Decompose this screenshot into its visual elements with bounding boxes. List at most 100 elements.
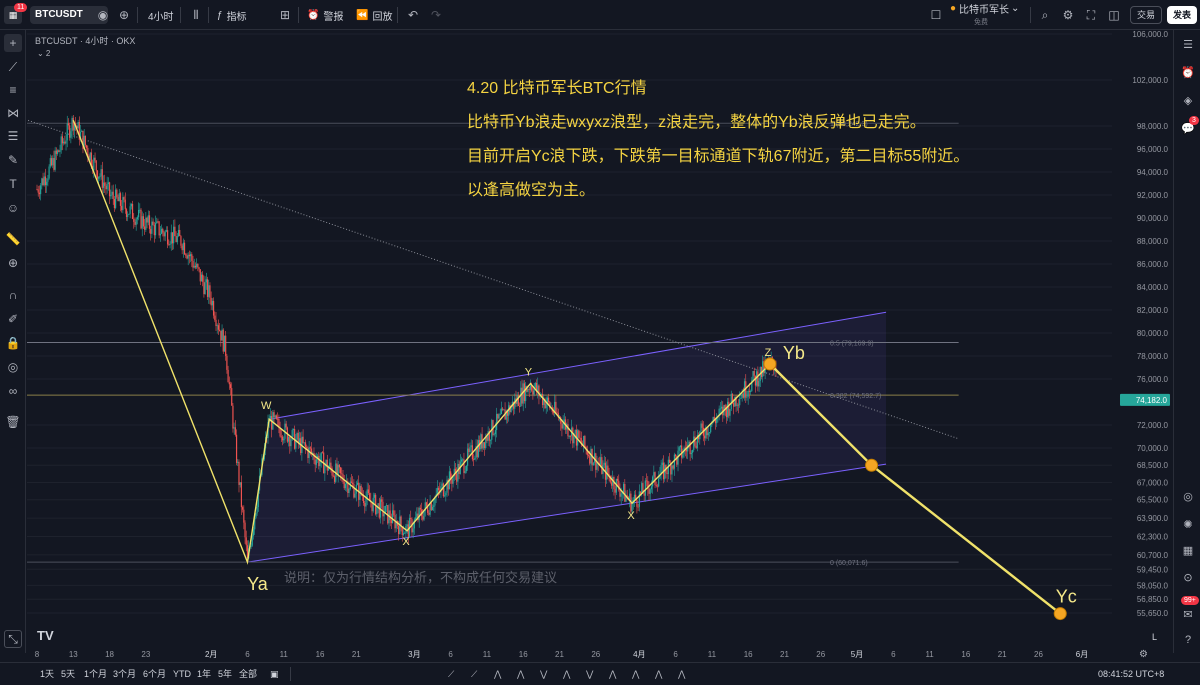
candle-body [757, 371, 759, 387]
candle-body [206, 279, 209, 297]
chart-pane[interactable]: 1 (98,242.3) 0.5 (79,169.9) 0.382 (74,592.… [0, 30, 1140, 662]
range-button[interactable]: 1年 [197, 663, 211, 685]
trade-button[interactable]: 交易 [1130, 6, 1162, 24]
alert-button[interactable]: ⏰ 警报 [307, 0, 343, 30]
range-button[interactable]: 6个月 [143, 663, 166, 685]
camera-icon[interactable]: ◫ [1106, 7, 1122, 23]
target-icon[interactable]: ◎ [1180, 488, 1196, 504]
candle-body [84, 135, 86, 146]
price-axis[interactable]: 106,000.0 102,000.0 98,000.0 96,000.0 94,000… [1112, 30, 1172, 662]
candle-body [416, 513, 418, 518]
candle-body [52, 158, 54, 166]
timeframe-button[interactable]: 4小时 [148, 0, 174, 30]
help-icon[interactable]: ? [1180, 632, 1196, 648]
quick-draw-tool-icon[interactable]: ⟋ [448, 663, 454, 685]
candle-body [58, 150, 60, 152]
pattern-icon[interactable]: ⋈ [4, 104, 22, 122]
candle-body [60, 136, 62, 151]
candle-body [197, 263, 199, 268]
redo-icon[interactable]: ↷ [428, 7, 444, 23]
candle-body [167, 230, 169, 245]
quick-draw-tool-icon[interactable]: ⋀ [609, 663, 616, 685]
candle-type-icon[interactable]: ⫴ [188, 7, 204, 23]
x-tick-label: 26 [816, 650, 825, 659]
axis-settings-icon[interactable]: ⚙ [1139, 649, 1148, 660]
brush-icon[interactable]: ✎ [4, 151, 22, 169]
layers-icon[interactable]: ◈ [1180, 92, 1196, 108]
ruler-icon[interactable]: 📏 [4, 230, 22, 248]
search-zoom-icon[interactable]: ⌕ [1037, 7, 1053, 23]
range-button[interactable]: 1个月 [84, 663, 107, 685]
clock[interactable]: 08:41:52 UTC+8 [1098, 663, 1164, 685]
candle-body [176, 235, 178, 243]
undo-icon[interactable]: ↶ [405, 7, 421, 23]
trash-icon[interactable]: 🗑 [4, 413, 22, 431]
crosshair-icon[interactable]: + [4, 34, 22, 52]
emoji-icon[interactable]: ☺ [4, 199, 22, 217]
range-button[interactable]: 5年 [218, 663, 232, 685]
calendar-icon[interactable]: ▦ [1180, 542, 1196, 558]
link-icon[interactable]: ∞ [4, 382, 22, 400]
candle-body [528, 389, 530, 390]
trendline-icon[interactable]: ⟋ [4, 58, 22, 76]
candle-body [102, 182, 105, 188]
compare-add-icon[interactable]: ⊕ [116, 7, 132, 23]
indicators-button[interactable]: ƒ 指标 [217, 0, 247, 30]
quick-draw-tool-icon[interactable]: ⋀ [655, 663, 662, 685]
text-icon[interactable]: T [4, 175, 22, 193]
publish-button[interactable]: 发表 [1167, 6, 1197, 24]
visibility-icon[interactable]: ◎ [4, 358, 22, 376]
range-button[interactable]: 全部 [239, 663, 257, 685]
messages-icon[interactable]: ✉ [1180, 606, 1196, 622]
layout-select-icon[interactable]: ☐ [928, 7, 944, 23]
eye-icon[interactable]: ◉ [95, 7, 111, 23]
notifications-icon[interactable]: ⊙ [1180, 569, 1196, 585]
zoom-in-icon[interactable]: ⊕ [4, 254, 22, 272]
candle-body [330, 462, 332, 469]
candle-body [287, 436, 290, 442]
date-range-icon[interactable]: ▣ [270, 663, 279, 685]
candle-body [106, 184, 108, 190]
range-button[interactable]: YTD [173, 663, 191, 685]
gear-icon[interactable]: ⚙ [1060, 7, 1076, 23]
ideas-icon[interactable]: ✺ [1180, 516, 1196, 532]
candle-body [146, 217, 148, 223]
range-button[interactable]: 5天 [61, 663, 75, 685]
range-button[interactable]: 3个月 [113, 663, 136, 685]
candle-body [344, 483, 347, 489]
watchlist-icon[interactable]: ☰ [1180, 36, 1196, 52]
candle-body [366, 489, 368, 498]
candle-body [54, 150, 56, 170]
quick-draw-tool-icon[interactable]: ⋀ [678, 663, 685, 685]
magnet-icon[interactable]: ∩ [4, 286, 22, 304]
candle-body [624, 484, 626, 502]
candle-body [456, 473, 458, 482]
layouts-icon[interactable]: ⊞ [277, 7, 293, 23]
lock-icon[interactable]: 🔒 [4, 334, 22, 352]
quick-draw-tool-icon[interactable]: ⋀ [517, 663, 524, 685]
candle-body [36, 189, 38, 191]
quick-draw-tool-icon[interactable]: ⋀ [563, 663, 570, 685]
chart-canvas[interactable]: 1 (98,242.3)0.5 (79,169.9)0.382 (74,592.… [0, 30, 1140, 662]
candle-body [187, 254, 189, 259]
fullscreen-icon[interactable]: ⛶ [1083, 7, 1099, 23]
candle-body [489, 439, 492, 441]
quick-draw-tool-icon[interactable]: ⋀ [632, 663, 639, 685]
alerts-clock-icon[interactable]: ⏰ [1180, 64, 1196, 80]
chart-legend-sub[interactable]: ⌄ 2 [37, 49, 50, 58]
quick-draw-tool-icon[interactable]: ⋁ [586, 663, 593, 685]
channel-icon[interactable]: ≡ [4, 81, 22, 99]
candle-body [425, 502, 428, 506]
price-tick-label: 106,000.0 [1132, 30, 1168, 39]
candle-body [182, 242, 184, 251]
quick-draw-tool-icon[interactable]: ⋁ [540, 663, 547, 685]
lock-drawing-icon[interactable]: ✐ [4, 310, 22, 328]
object-tree-icon[interactable]: ⤡ [4, 630, 22, 648]
candle-body [378, 503, 380, 518]
log-scale-toggle[interactable]: L [1152, 632, 1157, 642]
replay-button[interactable]: ⏪ 回放 [356, 0, 392, 30]
quick-draw-tool-icon[interactable]: ⟋ [471, 663, 477, 685]
range-button[interactable]: 1天 [40, 663, 54, 685]
quick-draw-tool-icon[interactable]: ⋀ [494, 663, 501, 685]
fib-icon[interactable]: ☰ [4, 127, 22, 145]
